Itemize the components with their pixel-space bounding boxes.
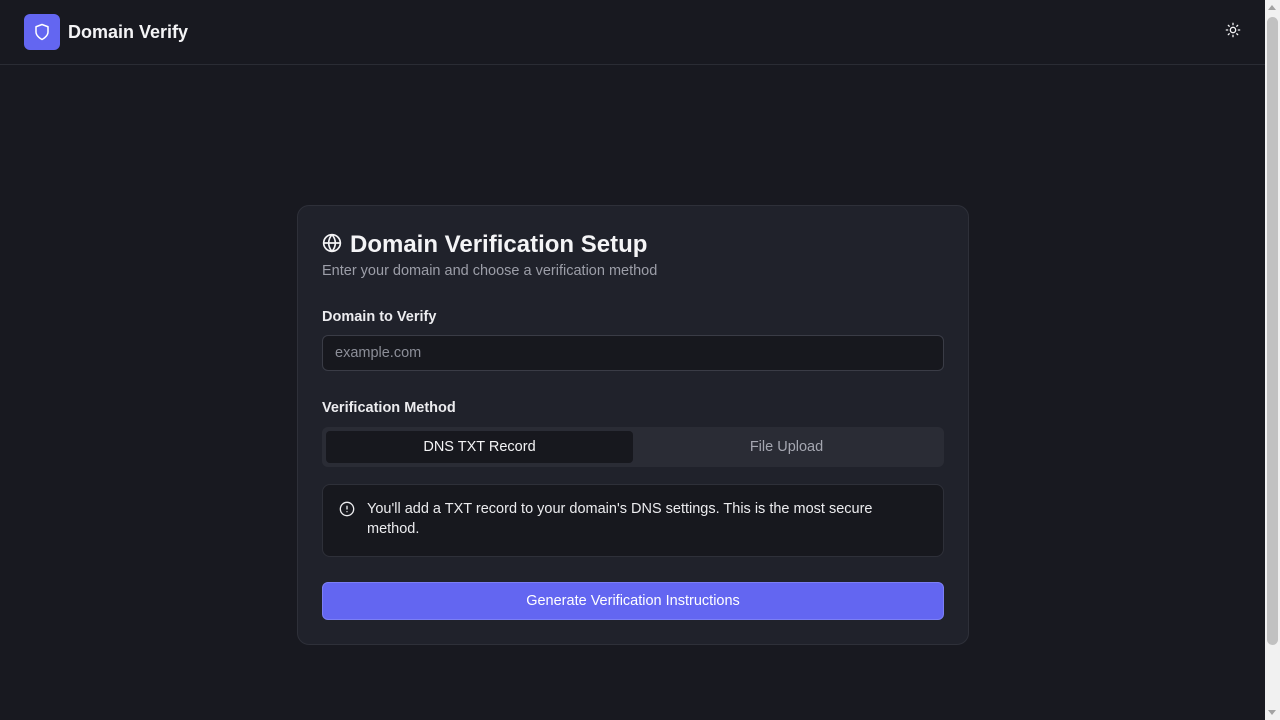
scroll-up-arrow-icon[interactable] [1268, 5, 1276, 10]
globe-icon [322, 233, 342, 258]
theme-toggle-button[interactable] [1217, 16, 1249, 48]
sun-icon [1225, 22, 1241, 43]
card-header: Domain Verification Setup [322, 230, 944, 260]
domain-input[interactable] [322, 335, 944, 371]
top-bar: Domain Verify [0, 0, 1265, 65]
method-info-alert: You'll add a TXT record to your domain's… [322, 484, 944, 557]
page-scrollbar[interactable] [1265, 0, 1280, 720]
tab-dns-txt-record[interactable]: DNS TXT Record [326, 431, 633, 463]
verification-method-tabs: DNS TXT Record File Upload [322, 427, 944, 467]
domain-label: Domain to Verify [322, 309, 437, 325]
info-circle-icon [339, 501, 355, 556]
verification-method-label: Verification Method [322, 400, 456, 416]
brand-name: Domain Verify [68, 21, 189, 42]
alert-text: You'll add a TXT record to your domain's… [367, 501, 873, 537]
brand[interactable]: Domain Verify [24, 14, 188, 50]
scroll-down-arrow-icon[interactable] [1268, 710, 1276, 715]
verification-setup-card: Domain Verification Setup Enter your dom… [297, 205, 969, 645]
scroll-thumb[interactable] [1267, 17, 1278, 645]
card-subtitle: Enter your domain and choose a verificat… [322, 263, 658, 279]
tab-file-upload[interactable]: File Upload [633, 431, 940, 463]
shield-icon [24, 14, 60, 50]
generate-instructions-button[interactable]: Generate Verification Instructions [322, 582, 944, 620]
card-title: Domain Verification Setup [350, 231, 648, 258]
